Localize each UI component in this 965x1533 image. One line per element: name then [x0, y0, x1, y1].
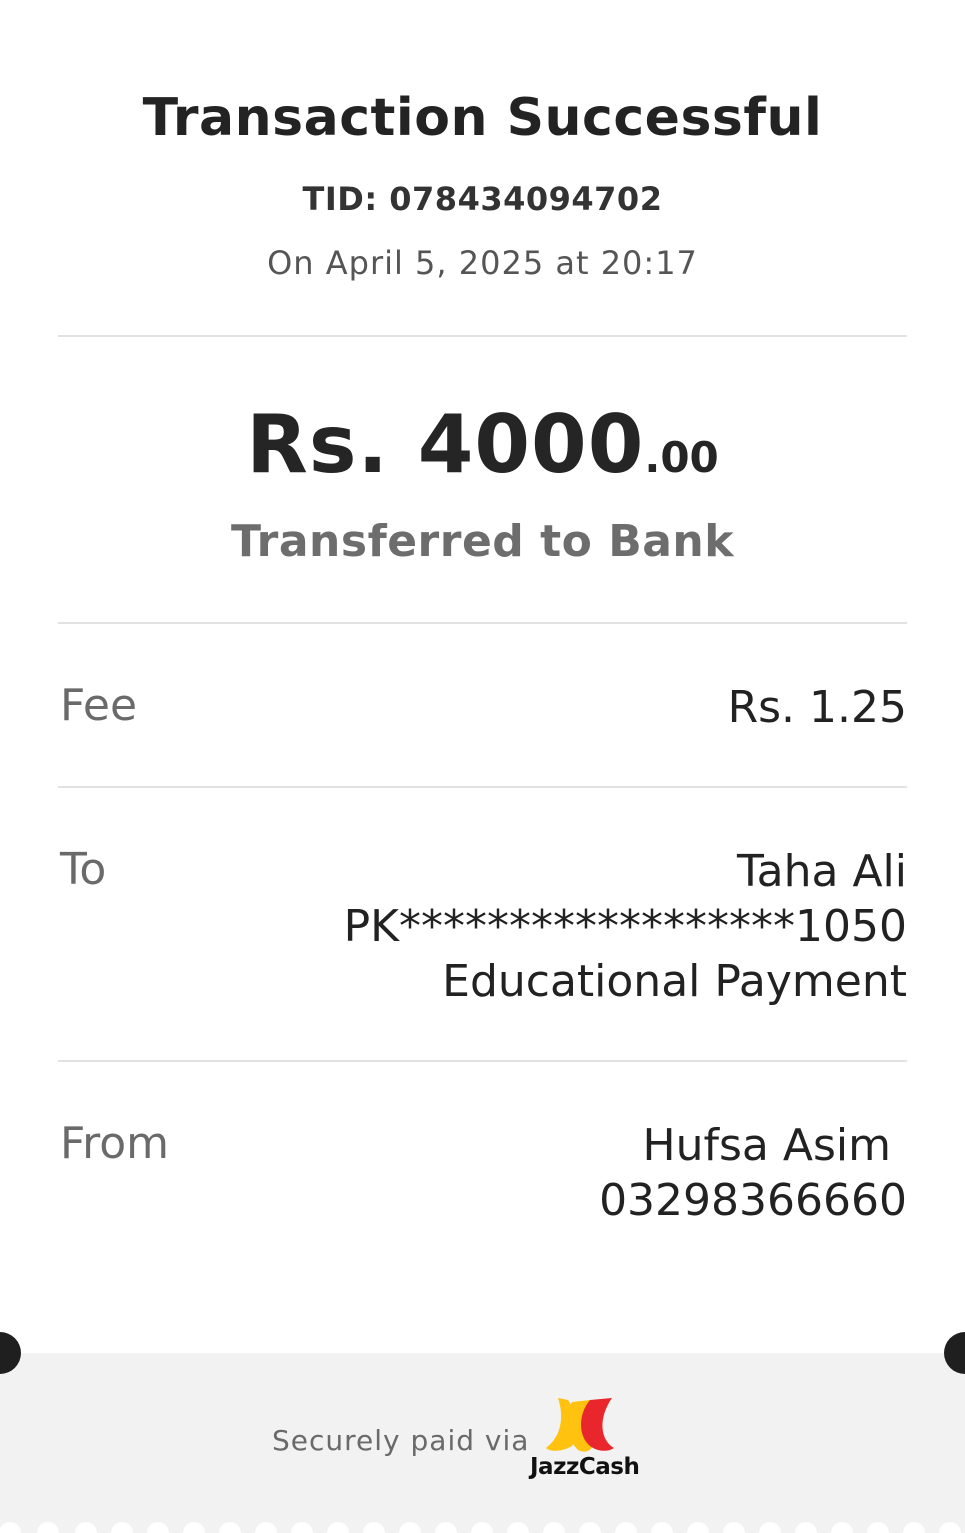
- transaction-id: TID: 078434094702: [302, 180, 663, 218]
- divider: [58, 335, 907, 337]
- fee-value: Rs. 1.25: [727, 682, 907, 733]
- jazzcash-logo-text: JazzCash: [530, 1454, 640, 1480]
- divider: [58, 1060, 907, 1062]
- sender-details: Hufsa Asim 03298366660: [599, 1118, 907, 1228]
- recipient-details: Taha Ali PK******************1050 Educat…: [344, 844, 907, 1009]
- sender-name: Hufsa Asim: [642, 1120, 891, 1171]
- to-label: To: [60, 844, 107, 895]
- amount-main: Rs. 4000: [246, 398, 645, 491]
- fee-label: Fee: [60, 680, 138, 731]
- transaction-receipt: Transaction Successful TID: 078434094702…: [0, 0, 965, 1533]
- recipient-name: Taha Ali: [737, 846, 907, 897]
- amount-decimals: .00: [644, 433, 719, 482]
- secure-payment-text: Securely paid via: [272, 1424, 530, 1457]
- transfer-type: Transferred to Bank: [230, 516, 735, 567]
- page-title: Transaction Successful: [142, 88, 823, 148]
- from-label: From: [60, 1118, 170, 1169]
- transaction-datetime: On April 5, 2025 at 20:17: [267, 244, 698, 282]
- amount-display: Rs. 4000.00: [0, 398, 965, 491]
- recipient-account: PK******************1050: [343, 901, 907, 952]
- scalloped-edge: [0, 1518, 965, 1533]
- payment-purpose: Educational Payment: [442, 956, 907, 1007]
- sender-phone: 03298366660: [599, 1175, 907, 1226]
- divider: [58, 786, 907, 788]
- divider: [58, 622, 907, 624]
